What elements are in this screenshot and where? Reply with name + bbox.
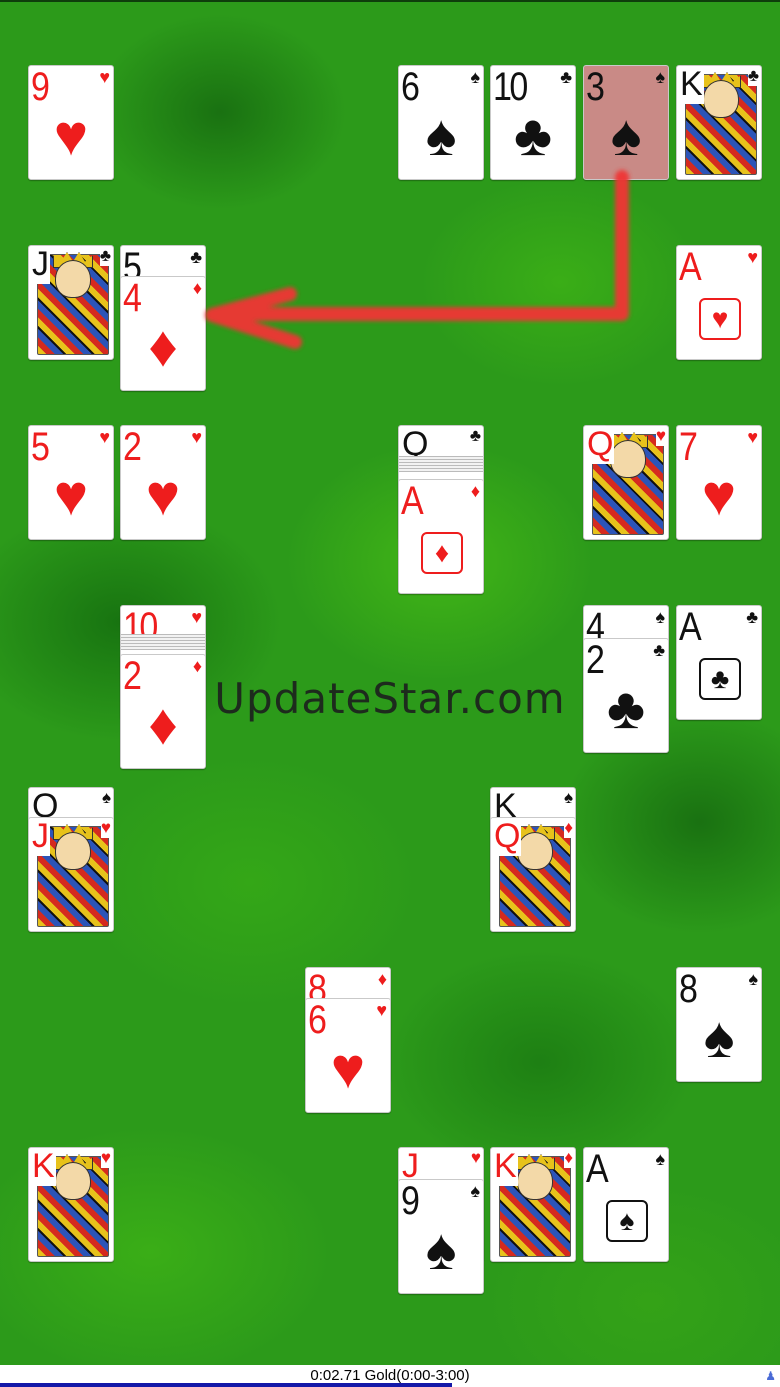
- card-3-spades-selected[interactable]: 3 ♠ ♠: [583, 65, 669, 180]
- card-ace-hearts[interactable]: A ♥ ♥: [676, 245, 762, 360]
- card-jack-hearts[interactable]: J ♥: [28, 817, 114, 932]
- face-icon: [703, 80, 739, 118]
- hearts-icon: ♥: [701, 463, 737, 528]
- card-king-clubs[interactable]: K ♣: [676, 65, 762, 180]
- card-rank: A: [679, 245, 702, 289]
- face-icon: [55, 832, 91, 870]
- hearts-icon: ♥: [99, 67, 110, 87]
- diamonds-icon: ♦: [148, 314, 178, 379]
- face-icon: [517, 832, 553, 870]
- card-ace-diamonds[interactable]: A ♦ ♦: [398, 479, 484, 594]
- spades-icon: ♠: [655, 67, 665, 87]
- card-4-diamonds[interactable]: 4 ♦ ♦: [120, 276, 206, 391]
- player-icon: ♟: [765, 1369, 776, 1383]
- clubs-icon: ♣: [746, 607, 758, 627]
- card-rank: A: [401, 479, 424, 523]
- hearts-icon: ♥: [330, 1036, 366, 1101]
- spades-icon: ♠: [470, 1181, 480, 1201]
- clubs-icon: ♣: [560, 67, 572, 87]
- diamonds-icon: ♦: [470, 481, 480, 501]
- card-rank: A: [679, 605, 702, 649]
- card-9-hearts[interactable]: 9 ♥ ♥: [28, 65, 114, 180]
- time-progress-track: [0, 1383, 780, 1387]
- diamonds-icon: ♦: [564, 1148, 573, 1168]
- clubs-icon: ♣: [747, 66, 759, 86]
- stacked-cards: [121, 634, 205, 650]
- face-icon: [610, 440, 646, 478]
- card-8-spades[interactable]: 8 ♠ ♠: [676, 967, 762, 1082]
- hearts-icon: ♥: [747, 247, 758, 267]
- spades-icon: ♠: [425, 103, 457, 168]
- spades-icon: ♠: [606, 1200, 648, 1242]
- clubs-icon: ♣: [653, 640, 665, 660]
- card-rank: A: [586, 1147, 609, 1191]
- card-rank: K: [679, 65, 704, 104]
- clubs-icon: ♣: [469, 426, 481, 446]
- hearts-icon: ♥: [655, 426, 666, 446]
- card-queen-diamonds[interactable]: Q ♦: [490, 817, 576, 932]
- card-king-diamonds[interactable]: K ♦: [490, 1147, 576, 1262]
- card-king-hearts[interactable]: K ♥: [28, 1147, 114, 1262]
- card-queen-hearts[interactable]: Q ♥: [583, 425, 669, 540]
- hearts-icon: ♥: [747, 427, 758, 447]
- card-rank: K: [31, 1147, 56, 1186]
- clubs-icon: ♣: [513, 103, 553, 168]
- timer-text: 0:02.71 Gold(0:00-3:00): [310, 1367, 470, 1384]
- face-icon: [55, 260, 91, 298]
- face-icon: [517, 1162, 553, 1200]
- card-2-hearts[interactable]: 2 ♥ ♥: [120, 425, 206, 540]
- card-5-hearts[interactable]: 5 ♥ ♥: [28, 425, 114, 540]
- card-6-spades[interactable]: 6 ♠ ♠: [398, 65, 484, 180]
- hearts-icon: ♥: [145, 463, 181, 528]
- hearts-icon: ♥: [53, 103, 89, 168]
- card-ace-spades[interactable]: A ♠ ♠: [583, 1147, 669, 1262]
- hearts-icon: ♥: [376, 1000, 387, 1020]
- status-bar: 0:02.71 Gold(0:00-3:00) ♟: [0, 1365, 780, 1387]
- hearts-icon: ♥: [699, 298, 741, 340]
- card-7-hearts[interactable]: 7 ♥ ♥: [676, 425, 762, 540]
- spades-icon: ♠: [470, 67, 480, 87]
- card-rank: Q: [493, 817, 522, 856]
- watermark: UpdateStar.com: [214, 674, 566, 723]
- hearts-icon: ♥: [191, 607, 202, 627]
- diamonds-icon: ♦: [564, 818, 573, 838]
- card-6-hearts[interactable]: 6 ♥ ♥: [305, 998, 391, 1113]
- face-icon: [55, 1162, 91, 1200]
- card-rank: Q: [586, 425, 615, 464]
- hearts-icon: ♥: [100, 818, 111, 838]
- diamonds-icon: ♦: [377, 969, 387, 989]
- card-rank: J: [31, 245, 50, 284]
- diamonds-icon: ♦: [421, 532, 463, 574]
- spades-icon: ♠: [703, 1005, 735, 1070]
- time-progress-fill: [0, 1383, 453, 1387]
- spades-icon: ♠: [610, 103, 642, 168]
- spades-icon: ♠: [425, 1217, 457, 1282]
- card-10-clubs[interactable]: 10 ♣ ♣: [490, 65, 576, 180]
- spades-icon: ♠: [655, 1149, 665, 1169]
- spades-icon: ♠: [563, 788, 573, 808]
- stacked-cards: [399, 456, 483, 472]
- hearts-icon: ♥: [470, 1148, 481, 1168]
- spades-icon: ♠: [748, 969, 758, 989]
- game-board: 9 ♥ ♥ 6 ♠ ♠ 10 ♣ ♣ 3 ♠ ♠ K ♣ J ♣ 5 ♣ 4 ♦…: [0, 0, 780, 1365]
- card-rank: K: [493, 1147, 518, 1186]
- hearts-icon: ♥: [100, 1148, 111, 1168]
- card-rank: J: [31, 817, 50, 856]
- spades-icon: ♠: [101, 788, 111, 808]
- hearts-icon: ♥: [53, 463, 89, 528]
- clubs-icon: ♣: [99, 246, 111, 266]
- diamonds-icon: ♦: [192, 656, 202, 676]
- hearts-icon: ♥: [99, 427, 110, 447]
- hearts-icon: ♥: [191, 427, 202, 447]
- card-jack-clubs[interactable]: J ♣: [28, 245, 114, 360]
- spades-icon: ♠: [655, 607, 665, 627]
- clubs-icon: ♣: [190, 247, 202, 267]
- diamonds-icon: ♦: [192, 278, 202, 298]
- card-9-spades[interactable]: 9 ♠ ♠: [398, 1179, 484, 1294]
